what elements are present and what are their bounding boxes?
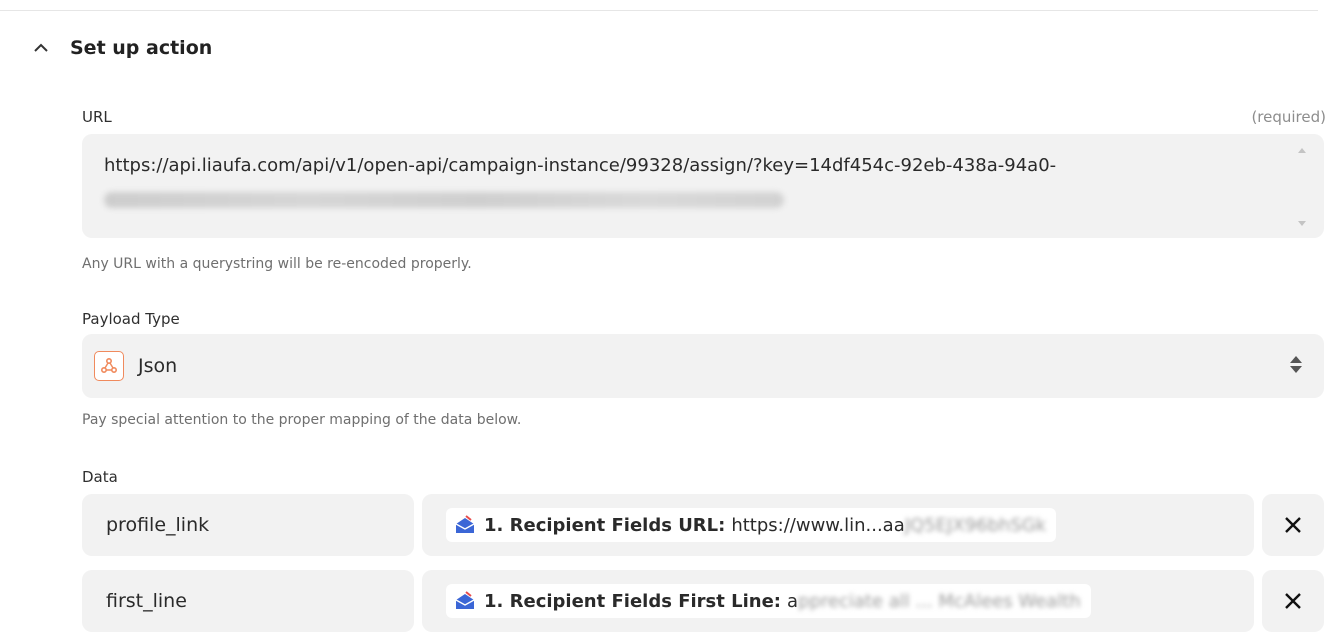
pill-value-redacted: ppreciate all ... McAlees Wealth bbox=[798, 590, 1081, 612]
pill-value: https://www.lin...aa bbox=[731, 514, 905, 536]
data-row: profile_link 1. Recipient Fields URL: ht… bbox=[82, 494, 1324, 556]
mapped-field-pill[interactable]: 1. Recipient Fields First Line: a ppreci… bbox=[446, 584, 1091, 618]
top-divider bbox=[0, 10, 1318, 11]
payload-type-label: Payload Type bbox=[82, 310, 180, 328]
pill-label: 1. Recipient Fields First Line: bbox=[484, 590, 781, 612]
url-value: https://api.liaufa.com/api/v1/open-api/c… bbox=[104, 155, 1057, 176]
payload-type-select[interactable]: Json bbox=[82, 334, 1324, 398]
data-value-input[interactable]: 1. Recipient Fields URL: https://www.lin… bbox=[422, 494, 1254, 556]
close-icon bbox=[1285, 517, 1301, 533]
remove-row-button[interactable] bbox=[1262, 570, 1324, 632]
pill-value-redacted: JQ5EJX96bhSGk bbox=[904, 514, 1047, 536]
pill-value: a bbox=[786, 590, 799, 612]
required-label: (required) bbox=[1251, 108, 1326, 126]
sort-arrows-icon bbox=[1290, 356, 1302, 373]
scroll-down-icon[interactable] bbox=[1298, 221, 1306, 226]
payload-type-value: Json bbox=[138, 355, 178, 377]
mapped-field-pill[interactable]: 1. Recipient Fields URL: https://www.lin… bbox=[446, 508, 1057, 542]
pill-label: 1. Recipient Fields URL: bbox=[484, 514, 726, 536]
url-input[interactable]: https://api.liaufa.com/api/v1/open-api/c… bbox=[82, 134, 1324, 238]
data-value-input[interactable]: 1. Recipient Fields First Line: a ppreci… bbox=[422, 570, 1254, 632]
section-title: Set up action bbox=[70, 37, 213, 59]
envelope-icon bbox=[454, 590, 476, 612]
envelope-icon bbox=[454, 514, 476, 536]
remove-row-button[interactable] bbox=[1262, 494, 1324, 556]
close-icon bbox=[1285, 593, 1301, 609]
section-header[interactable]: Set up action bbox=[30, 34, 212, 62]
data-key-input[interactable]: first_line bbox=[82, 570, 414, 632]
data-label: Data bbox=[82, 468, 118, 486]
url-value-redacted bbox=[104, 192, 784, 208]
url-help-text: Any URL with a querystring will be re-en… bbox=[82, 256, 472, 272]
url-label: URL bbox=[82, 108, 112, 126]
payload-help-text: Pay special attention to the proper mapp… bbox=[82, 412, 522, 428]
data-row: first_line 1. Recipient Fields First Lin… bbox=[82, 570, 1324, 632]
scroll-up-icon[interactable] bbox=[1298, 148, 1306, 153]
data-key-input[interactable]: profile_link bbox=[82, 494, 414, 556]
webhook-icon bbox=[94, 351, 124, 381]
chevron-up-icon[interactable] bbox=[30, 37, 52, 59]
